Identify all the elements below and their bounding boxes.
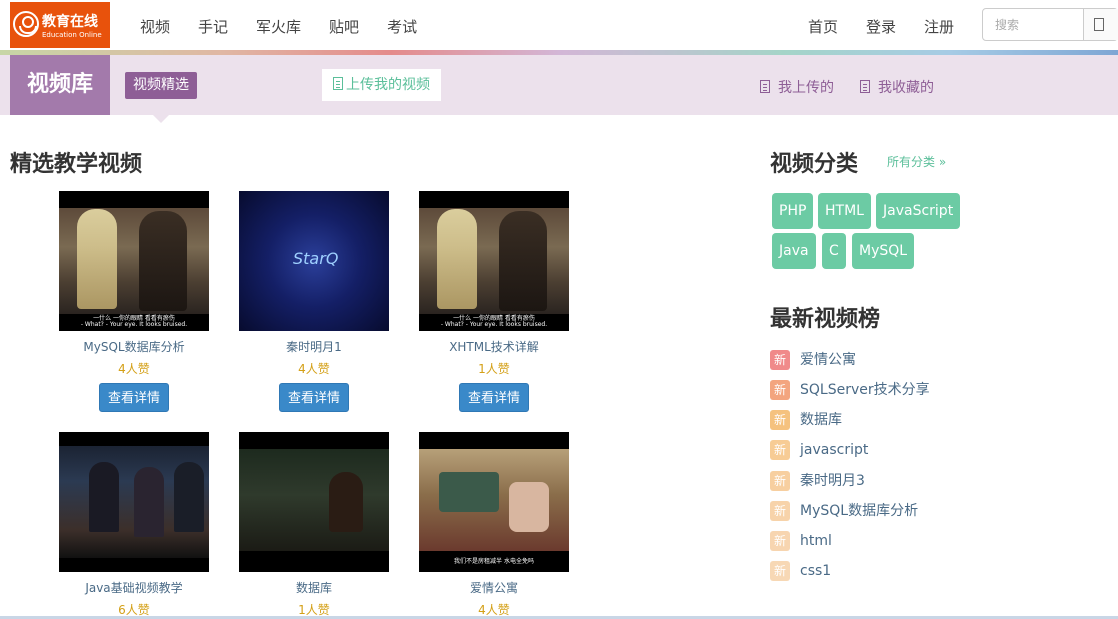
upload-video-button[interactable]: 上传我的视频 [322,69,441,101]
video-thumbnail[interactable]: 一什么 一你的眼睛 看看有瘀伤 - What? - Your eye. It l… [59,191,209,331]
rank-item-label[interactable]: SQLServer技术分享 [800,380,930,400]
nav-link-notes[interactable]: 手记 [198,16,228,37]
featured-chip[interactable]: 视频精选 [125,72,197,99]
search-input[interactable] [983,9,1083,40]
nav-link-exam[interactable]: 考试 [387,16,417,37]
new-badge: 新 [770,410,790,430]
thumb-subtitle: 我们不是房租减半 水电全免吗 [454,558,534,565]
video-title[interactable]: 秦时明月1 [239,338,389,355]
nav-link-video[interactable]: 视频 [140,16,170,37]
user-nav: 首页 登录 注册 [808,16,982,37]
video-thumbnail[interactable] [59,432,209,572]
rank-item-label[interactable]: html [800,531,832,551]
sub-header: 视频库 视频精选 上传我的视频 我上传的 我收藏的 [0,55,1118,115]
all-categories-link[interactable]: 所有分类 » [887,153,946,170]
chip-pointer [153,115,169,123]
view-details-button[interactable]: 查看详情 [99,383,169,412]
video-likes: 1人赞 [478,362,510,376]
new-badge: 新 [770,561,790,581]
video-card: 我们不是房租减半 水电全免吗 爱情公寓 4人赞 [419,432,569,618]
video-card: 一什么 一你的眼睛 看看有瘀伤 - What? - Your eye. It l… [419,191,569,412]
my-uploads-label: 我上传的 [778,80,834,96]
nav-link-register[interactable]: 注册 [924,16,954,37]
rank-item-label[interactable]: css1 [800,561,831,581]
video-thumbnail[interactable]: StarQ [239,191,389,331]
new-badge: 新 [770,531,790,551]
video-title[interactable]: 爱情公寓 [419,579,569,596]
category-tag-javascript[interactable]: JavaScript [876,193,961,229]
new-badge: 新 [770,350,790,370]
video-card: Java基础视频教学 6人赞 [59,432,209,618]
thumb-logo: StarQ [293,249,339,268]
my-favorites-label: 我收藏的 [878,80,934,96]
video-card: StarQ 秦时明月1 4人赞 查看详情 [239,191,389,412]
search-box [982,8,1118,41]
upload-icon [333,77,343,90]
site-logo[interactable]: 教育在线 Education Online [10,2,110,48]
search-button[interactable] [1083,9,1118,40]
nav-link-forum[interactable]: 贴吧 [329,16,359,37]
nav-link-login[interactable]: 登录 [866,16,896,37]
logo-subtitle: Education Online [42,31,102,39]
logo-name: 教育在线 [42,14,98,30]
thumb-subtitle-en: - What? - Your eye. It looks bruised. [80,321,188,328]
video-likes: 4人赞 [118,362,150,376]
video-thumbnail[interactable] [239,432,389,572]
thumb-subtitle-en: - What? - Your eye. It looks bruised. [440,321,548,328]
upload-video-label: 上传我的视频 [346,77,430,93]
rank-item-label[interactable]: 数据库 [800,410,842,430]
category-tag-java[interactable]: Java [772,233,816,269]
new-badge: 新 [770,380,790,400]
section-badge: 视频库 [10,55,110,115]
new-badge: 新 [770,440,790,460]
categories-title: 视频分类 [770,151,859,177]
video-title[interactable]: MySQL数据库分析 [59,338,209,355]
logo-mark-icon [13,11,39,37]
top-navbar: 教育在线 Education Online 视频 手记 军火库 贴吧 考试 首页… [0,0,1118,50]
rank-item-label[interactable]: javascript [800,440,868,460]
main-nav: 视频 手记 军火库 贴吧 考试 [140,16,445,37]
featured-title: 精选教学视频 [10,151,143,177]
rank-item-label[interactable]: 爱情公寓 [800,350,856,370]
category-tag-mysql[interactable]: MySQL [852,233,915,269]
my-favorites-link[interactable]: 我收藏的 [860,77,934,97]
view-details-button[interactable]: 查看详情 [459,383,529,412]
category-tag-c[interactable]: C [822,233,846,269]
video-title[interactable]: XHTML技术详解 [419,338,569,355]
rank-item-label[interactable]: MySQL数据库分析 [800,501,918,521]
video-title[interactable]: Java基础视频教学 [59,579,209,596]
video-card: 一什么 一你的眼睛 看看有瘀伤 - What? - Your eye. It l… [59,191,209,412]
rank-item-label[interactable]: 秦时明月3 [800,471,865,491]
document-icon [760,80,770,93]
document-icon [860,80,870,93]
new-badge: 新 [770,501,790,521]
search-icon [1094,18,1104,31]
category-tag-html[interactable]: HTML [818,193,871,229]
video-title[interactable]: 数据库 [239,579,389,596]
video-likes: 4人赞 [298,362,330,376]
video-card: 数据库 1人赞 [239,432,389,618]
ranking-title: 最新视频榜 [770,306,881,332]
video-thumbnail[interactable]: 一什么 一你的眼睛 看看有瘀伤 - What? - Your eye. It l… [419,191,569,331]
new-badge: 新 [770,471,790,491]
my-uploads-link[interactable]: 我上传的 [760,77,834,97]
view-details-button[interactable]: 查看详情 [279,383,349,412]
nav-link-arsenal[interactable]: 军火库 [256,16,301,37]
nav-link-home[interactable]: 首页 [808,16,838,37]
video-thumbnail[interactable]: 我们不是房租减半 水电全免吗 [419,432,569,572]
category-tag-php[interactable]: PHP [772,193,814,229]
